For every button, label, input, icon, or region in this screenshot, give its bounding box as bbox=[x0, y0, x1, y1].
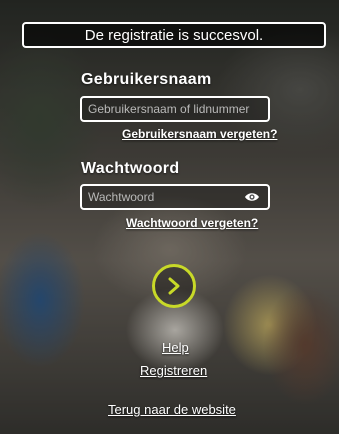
success-message: De registratie is succesvol. bbox=[84, 26, 264, 44]
success-banner: De registratie is succesvol. bbox=[22, 22, 326, 48]
password-field[interactable]: Wachtwoord bbox=[80, 184, 270, 210]
login-submit-button[interactable] bbox=[152, 264, 196, 308]
username-label: Gebruikersnaam bbox=[81, 71, 212, 88]
forgot-password-link[interactable]: Wachtwoord vergeten? bbox=[126, 216, 258, 230]
back-to-website-link[interactable]: Terug naar de website bbox=[108, 402, 236, 417]
eye-icon[interactable] bbox=[244, 191, 260, 203]
chevron-right-icon bbox=[168, 277, 180, 295]
help-link[interactable]: Help bbox=[162, 340, 189, 355]
password-label: Wachtwoord bbox=[81, 160, 180, 177]
register-link[interactable]: Registreren bbox=[140, 363, 207, 378]
username-placeholder: Gebruikersnaam of lidnummer bbox=[88, 102, 250, 116]
username-field[interactable]: Gebruikersnaam of lidnummer bbox=[80, 96, 270, 122]
password-placeholder: Wachtwoord bbox=[88, 190, 155, 204]
login-panel: De registratie is succesvol. Gebruikersn… bbox=[0, 0, 339, 434]
forgot-username-link[interactable]: Gebruikersnaam vergeten? bbox=[122, 127, 277, 141]
